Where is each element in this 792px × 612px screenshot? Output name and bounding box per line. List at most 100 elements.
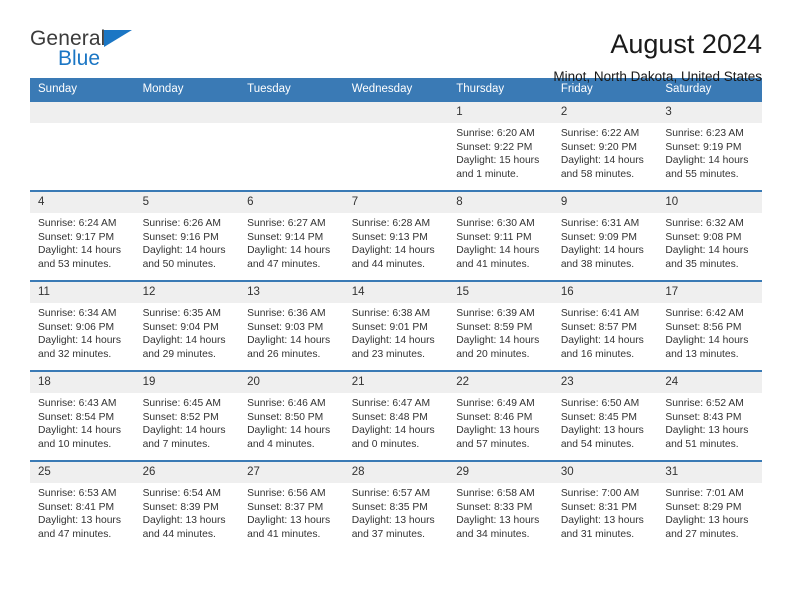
sunrise-time: Sunrise: 6:46 AM: [247, 398, 326, 409]
calendar-day-cell[interactable]: 7 Sunrise: 6:28 AM Sunset: 9:13 PM Daylight…: [343, 190, 449, 281]
daylight-duration-line1: Daylight: 13 hours: [142, 515, 226, 527]
calendar-day-cell[interactable]: 3 Sunrise: 6:23 AM Sunset: 9:19 PM Daylight…: [657, 100, 762, 191]
day-number: 16: [552, 282, 658, 303]
sunrise-time: Sunrise: 6:41 AM: [560, 308, 640, 319]
calendar-day-cell[interactable]: 31 Sunrise: 7:01 AM Sunset: 8:29 PM Dayligh…: [657, 460, 762, 551]
calendar-week-row: 11 Sunrise: 6:34 AM Sunset: 9:06 PM Dayligh…: [30, 280, 762, 371]
calendar-day-cell[interactable]: 19 Sunrise: 6:45 AM Sunset: 8:52 PM Dayligh…: [134, 370, 240, 461]
day-details: Sunrise: 6:50 AM Sunset: 8:45 PM Daylight:…: [553, 393, 658, 451]
calendar-empty-cell: [30, 100, 135, 191]
calendar-day-cell[interactable]: 2 Sunrise: 6:22 AM Sunset: 9:20 PM Daylight…: [552, 100, 658, 191]
calendar-empty-cell: [134, 100, 240, 191]
general-blue-logo[interactable]: General Blue: [30, 28, 160, 74]
calendar-day-cell[interactable]: 11 Sunrise: 6:34 AM Sunset: 9:06 PM Dayligh…: [30, 280, 135, 371]
day-details: Sunrise: 7:01 AM Sunset: 8:29 PM Daylight:…: [657, 483, 762, 541]
weekday-header-thursday: Thursday: [448, 78, 553, 101]
calendar-day-cell[interactable]: 30 Sunrise: 7:00 AM Sunset: 8:31 PM Dayligh…: [552, 460, 658, 551]
calendar-day-cell[interactable]: 15 Sunrise: 6:39 AM Sunset: 8:59 PM Dayligh…: [448, 280, 553, 371]
calendar-day-cell[interactable]: 8 Sunrise: 6:30 AM Sunset: 9:11 PM Daylight…: [448, 190, 553, 281]
weekday-header-wednesday: Wednesday: [343, 78, 449, 101]
daylight-duration-line1: Daylight: 14 hours: [560, 155, 644, 167]
daylight-duration-line1: Daylight: 13 hours: [560, 515, 644, 527]
day-details: Sunrise: 6:31 AM Sunset: 9:09 PM Daylight:…: [553, 213, 658, 271]
calendar-day-cell[interactable]: 14 Sunrise: 6:38 AM Sunset: 9:01 PM Dayligh…: [343, 280, 449, 371]
calendar-day-cell[interactable]: 29 Sunrise: 6:58 AM Sunset: 8:33 PM Dayligh…: [448, 460, 553, 551]
day-number: [239, 102, 344, 123]
sunrise-time: Sunrise: 6:58 AM: [456, 488, 535, 499]
daylight-duration-line1: Daylight: 13 hours: [665, 515, 749, 527]
day-number: 19: [134, 372, 240, 393]
calendar-day-cell[interactable]: 1 Sunrise: 6:20 AM Sunset: 9:22 PM Daylight…: [448, 100, 553, 191]
calendar-day-cell[interactable]: 22 Sunrise: 6:49 AM Sunset: 8:46 PM Dayligh…: [448, 370, 553, 461]
day-number: 10: [657, 192, 762, 213]
calendar-day-cell[interactable]: 5 Sunrise: 6:26 AM Sunset: 9:16 PM Daylight…: [134, 190, 240, 281]
day-number: 8: [448, 192, 553, 213]
day-number: 23: [552, 372, 658, 393]
daylight-duration-line2: and 10 minutes.: [38, 438, 112, 450]
logo-text-general: General: [30, 27, 106, 50]
calendar-day-cell[interactable]: 4 Sunrise: 6:24 AM Sunset: 9:17 PM Daylight…: [30, 190, 135, 281]
sunset-time: Sunset: 9:22 PM: [456, 141, 533, 153]
calendar-day-cell[interactable]: 16 Sunrise: 6:41 AM Sunset: 8:57 PM Dayligh…: [552, 280, 658, 371]
daylight-duration-line1: Daylight: 14 hours: [665, 245, 749, 257]
daylight-duration-line1: Daylight: 14 hours: [247, 425, 331, 437]
sunset-time: Sunset: 8:57 PM: [560, 321, 637, 333]
day-details: Sunrise: 6:45 AM Sunset: 8:52 PM Daylight:…: [135, 393, 240, 451]
calendar-day-cell[interactable]: 10 Sunrise: 6:32 AM Sunset: 9:08 PM Dayligh…: [657, 190, 762, 281]
daylight-duration-line2: and 31 minutes.: [560, 528, 635, 540]
day-details: Sunrise: 6:23 AM Sunset: 9:19 PM Daylight:…: [657, 123, 762, 181]
calendar-day-cell[interactable]: 21 Sunrise: 6:47 AM Sunset: 8:48 PM Dayligh…: [343, 370, 449, 461]
calendar-day-cell[interactable]: 13 Sunrise: 6:36 AM Sunset: 9:03 PM Dayligh…: [239, 280, 344, 371]
calendar-day-cell[interactable]: 24 Sunrise: 6:52 AM Sunset: 8:43 PM Dayligh…: [657, 370, 762, 461]
day-number: 28: [343, 462, 449, 483]
daylight-duration-line1: Daylight: 14 hours: [560, 245, 644, 257]
calendar-week-row: 1 Sunrise: 6:20 AM Sunset: 9:22 PM Daylight…: [30, 100, 762, 191]
daylight-duration-line2: and 51 minutes.: [665, 438, 739, 450]
sunrise-time: Sunrise: 6:43 AM: [38, 398, 117, 409]
sunrise-time: Sunrise: 6:35 AM: [142, 308, 221, 319]
daylight-duration-line2: and 58 minutes.: [560, 168, 635, 180]
calendar-day-cell[interactable]: 6 Sunrise: 6:27 AM Sunset: 9:14 PM Daylight…: [239, 190, 344, 281]
day-number: [134, 102, 240, 123]
day-number: 26: [134, 462, 240, 483]
sunset-time: Sunset: 9:04 PM: [142, 321, 219, 333]
day-number: 12: [134, 282, 240, 303]
calendar-day-cell[interactable]: 26 Sunrise: 6:54 AM Sunset: 8:39 PM Dayligh…: [134, 460, 240, 551]
calendar-day-cell[interactable]: 20 Sunrise: 6:46 AM Sunset: 8:50 PM Dayligh…: [239, 370, 344, 461]
calendar-day-cell[interactable]: 27 Sunrise: 6:56 AM Sunset: 8:37 PM Dayligh…: [239, 460, 344, 551]
daylight-duration-line2: and 47 minutes.: [38, 528, 112, 540]
daylight-duration-line1: Daylight: 14 hours: [38, 425, 121, 437]
calendar-day-cell[interactable]: 23 Sunrise: 6:50 AM Sunset: 8:45 PM Dayligh…: [552, 370, 658, 461]
day-details: Sunrise: 6:39 AM Sunset: 8:59 PM Daylight:…: [448, 303, 553, 361]
sunset-time: Sunset: 9:11 PM: [456, 231, 532, 243]
daylight-duration-line1: Daylight: 14 hours: [665, 335, 749, 347]
sunset-time: Sunset: 9:19 PM: [665, 141, 742, 153]
daylight-duration-line2: and 38 minutes.: [560, 258, 635, 270]
calendar-day-cell[interactable]: 12 Sunrise: 6:35 AM Sunset: 9:04 PM Dayligh…: [134, 280, 240, 371]
calendar-day-cell[interactable]: 25 Sunrise: 6:53 AM Sunset: 8:41 PM Dayligh…: [30, 460, 135, 551]
sunset-time: Sunset: 8:35 PM: [351, 501, 428, 513]
daylight-duration-line1: Daylight: 14 hours: [38, 335, 121, 347]
day-details: Sunrise: 6:41 AM Sunset: 8:57 PM Daylight:…: [553, 303, 658, 361]
daylight-duration-line1: Daylight: 14 hours: [38, 245, 121, 257]
sunrise-time: Sunrise: 6:24 AM: [38, 218, 117, 229]
day-number: 6: [239, 192, 344, 213]
sunset-time: Sunset: 9:08 PM: [665, 231, 742, 243]
calendar-day-cell[interactable]: 9 Sunrise: 6:31 AM Sunset: 9:09 PM Daylight…: [552, 190, 658, 281]
day-number: 2: [552, 102, 658, 123]
day-details: Sunrise: 6:57 AM Sunset: 8:35 PM Daylight:…: [344, 483, 449, 541]
sunset-time: Sunset: 8:50 PM: [247, 411, 324, 423]
weekday-header-monday: Monday: [134, 78, 240, 101]
daylight-duration-line1: Daylight: 14 hours: [665, 155, 749, 167]
calendar-day-cell[interactable]: 18 Sunrise: 6:43 AM Sunset: 8:54 PM Dayligh…: [30, 370, 135, 461]
daylight-duration-line1: Daylight: 13 hours: [560, 425, 644, 437]
sunset-time: Sunset: 8:45 PM: [560, 411, 637, 423]
daylight-duration-line1: Daylight: 14 hours: [142, 335, 226, 347]
day-number: 29: [448, 462, 553, 483]
calendar-day-cell[interactable]: 17 Sunrise: 6:42 AM Sunset: 8:56 PM Dayligh…: [657, 280, 762, 371]
calendar-week-row: 18 Sunrise: 6:43 AM Sunset: 8:54 PM Dayligh…: [30, 370, 762, 461]
daylight-duration-line1: Daylight: 14 hours: [142, 245, 226, 257]
weekday-header-sunday: Sunday: [30, 78, 135, 101]
calendar-day-cell[interactable]: 28 Sunrise: 6:57 AM Sunset: 8:35 PM Dayligh…: [343, 460, 449, 551]
sunset-time: Sunset: 8:29 PM: [665, 501, 742, 513]
